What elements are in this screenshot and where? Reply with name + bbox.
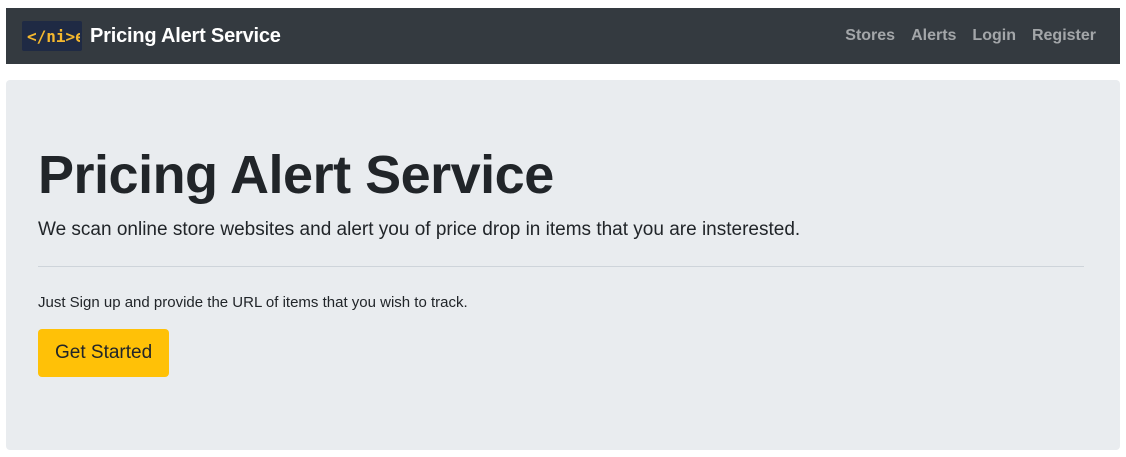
brand-logo-svg: </ni>e [27,27,80,46]
brand-logo-icon: </ni>e [22,21,82,51]
nav-link-register[interactable]: Register [1032,27,1096,45]
brand-link[interactable]: </ni>e Pricing Alert Service [22,21,281,51]
hero-lead: We scan online store websites and alert … [38,219,801,240]
get-started-button[interactable]: Get Started [38,329,170,377]
nav-link-stores[interactable]: Stores [845,27,895,45]
hero-divider [38,266,1084,267]
hero-jumbotron: Pricing Alert Service We scan online sto… [6,80,1120,450]
nav-link-login[interactable]: Login [972,27,1016,45]
hero-body-text: Just Sign up and provide the URL of item… [38,294,468,311]
nav-links: Stores Alerts Login Register [845,27,1104,45]
brand-logo-glyph: </ni>e [27,27,80,46]
page: </ni>e Pricing Alert Service Stores Aler… [0,0,1126,457]
nav-link-alerts[interactable]: Alerts [911,27,956,45]
navbar: </ni>e Pricing Alert Service Stores Aler… [6,8,1120,64]
brand-title: Pricing Alert Service [90,24,281,47]
hero-title: Pricing Alert Service [38,145,554,205]
